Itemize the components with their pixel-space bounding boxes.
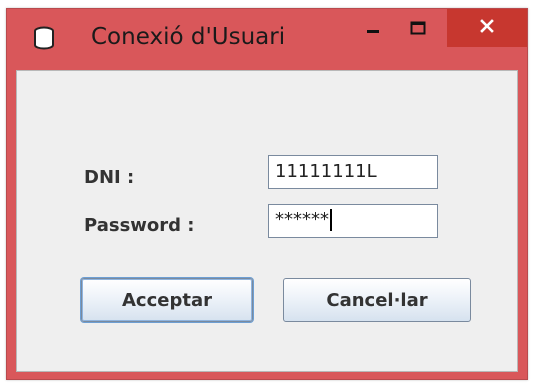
minimize-icon <box>366 20 380 39</box>
database-icon[interactable] <box>31 25 57 51</box>
dni-input[interactable]: 11111111L <box>268 155 438 189</box>
close-icon <box>479 18 495 38</box>
form-panel: DNI : 11111111L Password : ****** Accept… <box>16 70 518 372</box>
text-caret <box>330 209 332 231</box>
title-bar[interactable]: Conexió d'Usuari <box>7 9 527 69</box>
maximize-icon <box>410 20 426 39</box>
accept-button[interactable]: Acceptar <box>81 278 253 322</box>
window-title: Conexió d'Usuari <box>91 24 286 50</box>
dni-label: DNI : <box>84 167 135 188</box>
login-window: Conexió d'Usuari DNI : 11111111L Passwor… <box>6 8 528 380</box>
password-input[interactable]: ****** <box>268 204 438 238</box>
close-button[interactable] <box>447 9 527 47</box>
minimize-button[interactable] <box>351 9 395 49</box>
password-value: ****** <box>275 209 329 230</box>
password-label: Password : <box>84 215 195 236</box>
cancel-button[interactable]: Cancel·lar <box>283 278 471 322</box>
maximize-button[interactable] <box>395 9 441 49</box>
